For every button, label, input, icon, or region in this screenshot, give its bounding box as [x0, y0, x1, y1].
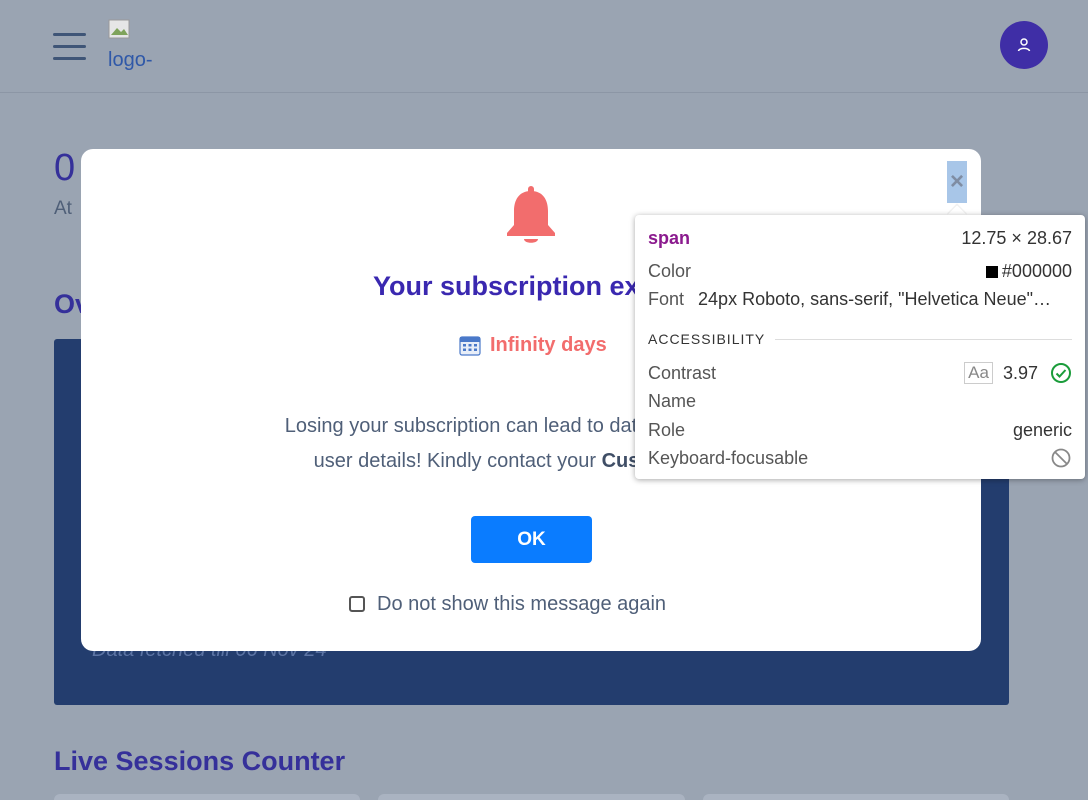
days-remaining: Infinity days [459, 332, 639, 358]
logo[interactable]: logo- [108, 19, 168, 71]
contrast-label: Contrast [648, 362, 717, 383]
live-session-tiles [54, 794, 1009, 800]
color-value-wrap: #000000 [985, 260, 1072, 282]
accessibility-heading: ACCESSIBILITY [648, 331, 766, 347]
ok-button[interactable]: OK [471, 516, 592, 563]
dashboard-subtext: At [54, 198, 72, 219]
logo-alt-text: logo- [108, 49, 153, 71]
contrast-value-wrap: Aa 3.97 [964, 362, 1072, 384]
dont-show-again-checkbox[interactable]: Do not show this message again [349, 592, 666, 616]
dashboard-value: 0 [54, 147, 76, 189]
aa-badge: Aa [964, 362, 993, 384]
name-label: Name [648, 390, 697, 411]
days-remaining-text: Infinity days [490, 333, 607, 356]
user-silhouette-icon [1017, 38, 1031, 52]
top-navbar: logo- [0, 0, 1088, 93]
color-value: #000000 [1001, 260, 1072, 281]
not-allowed-icon [1051, 448, 1071, 468]
session-tile [378, 794, 685, 800]
session-tile [702, 794, 1009, 800]
role-label: Role [648, 419, 686, 440]
bell-icon [507, 186, 555, 243]
font-value: 24px Roboto, sans-serif, "Helvetica Neue… [698, 288, 1051, 309]
font-label: Font [648, 288, 685, 309]
contrast-value: 3.97 [1002, 362, 1038, 383]
broken-image-icon [108, 19, 130, 39]
user-icon[interactable] [1000, 21, 1048, 69]
message-line-2: user details! Kindly contact your [313, 450, 602, 472]
color-label: Color [648, 260, 692, 281]
check-circle-icon [1051, 363, 1071, 383]
dont-show-again-label[interactable]: Do not show this message again [377, 593, 666, 616]
checkbox-box[interactable] [349, 596, 365, 612]
hamburger-menu-icon[interactable] [53, 33, 86, 60]
session-tile [54, 794, 361, 800]
element-tag: span [648, 227, 691, 248]
live-sessions-heading: Live Sessions Counter [54, 746, 346, 776]
keyboard-focusable-label: Keyboard-focusable [648, 447, 809, 468]
close-button[interactable]: × [947, 161, 967, 203]
devtools-inspect-tooltip: span 12.75 × 28.67 Color #000000 Font 24… [635, 215, 1085, 479]
element-size: 12.75 × 28.67 [961, 227, 1072, 248]
section-divider [775, 338, 1072, 340]
role-value: generic [1012, 419, 1072, 440]
calendar-icon [459, 336, 481, 356]
color-swatch [985, 265, 998, 278]
accessibility-section: ACCESSIBILITY [648, 331, 1072, 347]
